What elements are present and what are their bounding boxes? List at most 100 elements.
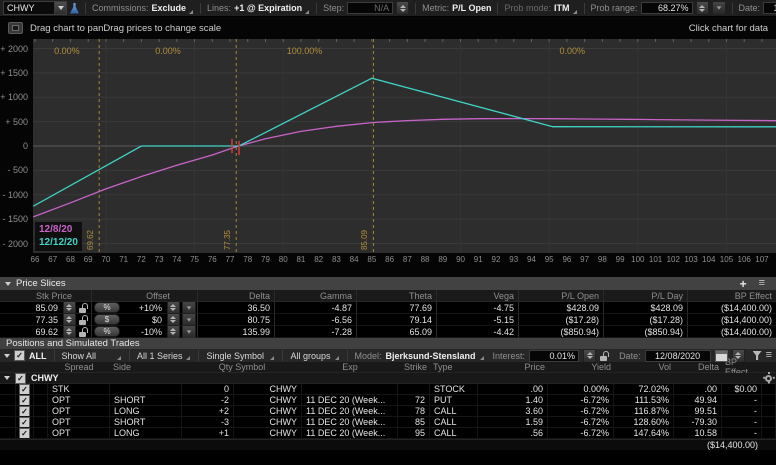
dropdown-corner-icon (335, 356, 339, 360)
cell-strike[interactable] (398, 384, 430, 395)
cell-qty[interactable]: -2 (182, 395, 234, 406)
cell-qty[interactable]: +1 (182, 428, 234, 439)
cell-exp[interactable]: 11 DEC 20 (Week... (302, 417, 398, 428)
all-checkbox[interactable]: ✓ (14, 350, 25, 361)
cell-qty[interactable]: +2 (182, 406, 234, 417)
slice-gamma: -6.56 (275, 314, 357, 326)
slice-vega: -5.15 (437, 314, 519, 326)
prob-range-dropdown[interactable] (712, 1, 726, 15)
slice-pl-open: $428.09 (519, 302, 604, 314)
show-all-dropdown[interactable]: Show All (62, 351, 113, 361)
row-checkbox[interactable]: ✓ (19, 384, 30, 395)
collapse-icon[interactable] (4, 354, 10, 358)
offset-mode-toggle[interactable]: % (94, 326, 120, 337)
flask-icon[interactable] (70, 3, 79, 14)
unlock-icon[interactable] (79, 303, 88, 313)
positions-date-input[interactable] (645, 350, 711, 362)
offset-mode-toggle[interactable]: % (94, 302, 120, 313)
x-tick-label: 84 (350, 255, 359, 264)
interest-input[interactable] (529, 350, 579, 362)
date-input[interactable] (763, 2, 776, 14)
row-checkbox[interactable]: ✓ (19, 395, 30, 406)
cell-side: SHORT (110, 417, 182, 428)
plot-area[interactable]: 12/8/20 12/12/20 0.00%0.00%100.00%0.00%6… (33, 39, 776, 253)
series-dropdown[interactable]: All 1 Series (137, 351, 183, 361)
row-checkbox[interactable]: ✓ (19, 428, 30, 439)
slice-bp-effect: ($14,400.00) (688, 326, 776, 338)
row-checkbox[interactable]: ✓ (19, 406, 30, 417)
prob-range-input[interactable] (641, 2, 693, 14)
cell-qty[interactable]: -3 (182, 417, 234, 428)
interest-stepper[interactable] (583, 349, 596, 363)
cell-bp-effect: - (722, 406, 762, 417)
chevron-down-icon[interactable] (54, 2, 66, 14)
slice-price-stepper[interactable] (63, 325, 76, 339)
unlock-icon[interactable] (79, 315, 88, 325)
gear-icon[interactable] (765, 375, 772, 382)
slice-dropdown[interactable] (182, 325, 196, 339)
slice-offset[interactable]: +10% (122, 302, 166, 314)
all-label: ALL (29, 351, 47, 361)
step-stepper[interactable] (396, 1, 409, 15)
x-tick-label: 75 (190, 255, 199, 264)
cell-exp[interactable] (302, 384, 398, 395)
unlock-icon[interactable] (600, 351, 609, 361)
cell-exp[interactable]: 11 DEC 20 (Week... (302, 428, 398, 439)
x-tick-label: 73 (155, 255, 164, 264)
slice-price[interactable]: 85.09 (0, 302, 62, 314)
symbol-group-row[interactable]: ✓ CHWY (0, 373, 776, 384)
calendar-icon[interactable] (715, 350, 728, 362)
lines-label: Lines: (207, 3, 231, 13)
x-tick-label: 96 (562, 255, 571, 264)
add-slice-button[interactable]: + (740, 279, 747, 289)
collapse-icon[interactable] (4, 376, 10, 380)
probability-label: 100.00% (287, 46, 323, 56)
commissions-value[interactable]: Exclude (152, 3, 187, 13)
x-tick-label: 82 (314, 255, 323, 264)
slice-line-label: 69.62 (86, 230, 95, 250)
x-tick-label: 70 (101, 255, 110, 264)
groups-dropdown[interactable]: All groups (290, 351, 330, 361)
lines-value[interactable]: +1 @ Expiration (234, 3, 302, 13)
x-tick-label: 107 (755, 255, 768, 264)
group-checkbox[interactable]: ✓ (15, 373, 26, 384)
cell-strike[interactable]: 95 (398, 428, 430, 439)
slice-offset-stepper[interactable] (167, 325, 180, 339)
offset-mode-toggle[interactable]: $ (94, 314, 120, 325)
click-chart-hint-text: Click chart for data (689, 23, 768, 34)
cell-delta: -79.30 (674, 417, 722, 428)
cell-strike[interactable]: 85 (398, 417, 430, 428)
slices-menu-icon[interactable]: ≡ (759, 278, 765, 289)
cell-yield: -6.72% (548, 428, 614, 439)
x-tick-label: 95 (545, 255, 554, 264)
slice-offset[interactable]: -10% (122, 326, 166, 338)
unlock-icon[interactable] (79, 327, 88, 337)
metric-value[interactable]: P/L Open (452, 3, 491, 13)
symbol-scope-dropdown[interactable]: Single Symbol (206, 351, 266, 361)
cell-strike[interactable]: 78 (398, 406, 430, 417)
slice-offset[interactable]: $0 (122, 314, 166, 326)
cell-qty[interactable]: 0 (182, 384, 234, 395)
row-checkbox[interactable]: ✓ (19, 417, 30, 428)
x-tick-label: 72 (137, 255, 146, 264)
camera-icon[interactable] (8, 22, 23, 34)
model-label: Model: (355, 351, 382, 361)
y-tick-label: - 2000 (2, 239, 28, 249)
price-slices-header: Price Slices + ≡ (0, 277, 776, 290)
x-tick-label: 89 (438, 255, 447, 264)
group-symbol: CHWY (31, 373, 59, 383)
col-bp-effect: BP Effect (688, 290, 776, 302)
cell-exp[interactable]: 11 DEC 20 (Week... (302, 395, 398, 406)
cell-exp[interactable]: 11 DEC 20 (Week... (302, 406, 398, 417)
cell-side: LONG (110, 406, 182, 417)
positions-menu-icon[interactable]: ≡ (766, 350, 772, 361)
slice-price[interactable]: 69.62 (0, 326, 62, 338)
collapse-icon[interactable] (5, 282, 11, 286)
prob-range-stepper[interactable] (696, 1, 709, 15)
model-value[interactable]: Bjerksund-Stensland (386, 351, 476, 361)
slice-price[interactable]: 77.35 (0, 314, 62, 326)
cell-strike[interactable]: 72 (398, 395, 430, 406)
symbol-combo[interactable]: CHWY (3, 1, 67, 15)
step-input[interactable] (347, 2, 393, 14)
prob-mode-value[interactable]: ITM (554, 3, 570, 13)
